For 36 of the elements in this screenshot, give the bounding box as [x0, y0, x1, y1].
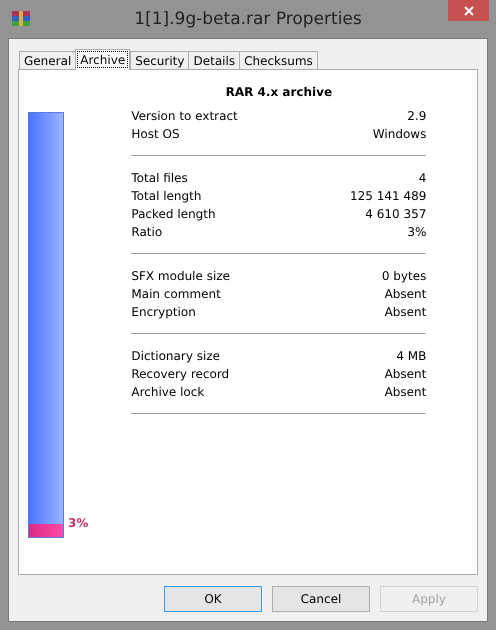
property-label: Host OS: [131, 127, 180, 141]
property-label: Version to extract: [131, 109, 238, 123]
property-value: Absent: [384, 385, 426, 399]
property-label: Total files: [131, 171, 188, 185]
close-icon: [462, 4, 474, 16]
property-label: Encryption: [131, 305, 196, 319]
property-value: 2.9: [407, 109, 426, 123]
property-label: Recovery record: [131, 367, 230, 381]
property-value: 4 610 357: [365, 207, 426, 221]
property-value: Absent: [384, 367, 426, 381]
property-value: Windows: [372, 127, 426, 141]
property-value: 3%: [407, 225, 426, 239]
dialog-button[interactable]: Cancel: [272, 586, 370, 612]
tab[interactable]: Archive: [75, 49, 130, 70]
window-title: 1[1].9g-beta.rar Properties: [134, 9, 362, 29]
property-label: Total length: [131, 189, 202, 203]
property-label: Packed length: [131, 207, 216, 221]
property-value: 0 bytes: [382, 269, 426, 283]
property-label: Dictionary size: [131, 349, 220, 363]
property-value: Absent: [384, 287, 426, 301]
archive-stack-icon: [11, 9, 31, 29]
dialog-button[interactable]: OK: [164, 586, 262, 612]
property-label: Archive lock: [131, 385, 204, 399]
property-value: 125 141 489: [350, 189, 426, 203]
archive-type-heading: RAR 4.x archive: [224, 85, 334, 101]
tab[interactable]: General: [19, 51, 76, 69]
tab[interactable]: Security: [130, 51, 190, 69]
property-label: Main comment: [131, 287, 221, 301]
property-value: 4 MB: [396, 349, 426, 363]
property-label: SFX module size: [131, 269, 230, 283]
property-value: 4: [418, 171, 426, 185]
property-label: Ratio: [131, 225, 162, 239]
tab[interactable]: Checksums: [239, 51, 318, 69]
property-value: Absent: [384, 305, 426, 319]
close-button[interactable]: [448, 0, 489, 21]
ratio-reading: 3%: [68, 516, 88, 530]
